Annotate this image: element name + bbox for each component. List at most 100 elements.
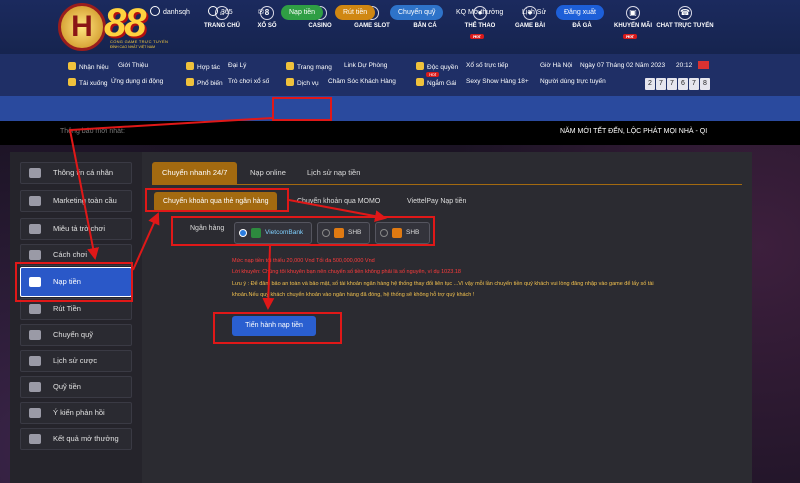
fund-icon xyxy=(29,382,41,392)
user-bar xyxy=(0,96,800,121)
transfer-button[interactable]: Chuyển quỹ xyxy=(390,5,444,20)
subnav-link[interactable]: Link Dự Phòng xyxy=(344,62,387,69)
notice-bar: Thông báo mới nhất: NĂM MỚI TẾT ĐẾN, LỘC… xyxy=(0,121,800,145)
logout-button[interactable]: Đăng xuất xyxy=(556,5,604,20)
subtab-momo[interactable]: Chuyển khoản qua MOMO xyxy=(288,192,389,212)
subnav-link[interactable]: Ngắm Gái xyxy=(416,78,456,87)
logo-tagline: CỔNG GAME TRỰC TUYẾN xyxy=(110,39,169,44)
sidebar-item-label: Marketing toàn cầu xyxy=(53,196,117,205)
current-date: Ngày 07 Tháng 02 Năm 2023 xyxy=(580,62,666,69)
deposit-button[interactable]: Nạp tiền xyxy=(281,5,324,20)
notice-label: Thông báo mới nhất: xyxy=(60,128,125,135)
history-link[interactable]: Lịch Sử xyxy=(522,5,546,20)
help-icon xyxy=(29,250,41,260)
online-counter: 277678 xyxy=(645,78,711,90)
sidebar-item-fund[interactable]: Quỹ tiền xyxy=(20,376,132,398)
subnav-link[interactable]: Giới Thiệu xyxy=(118,62,148,69)
notice-marquee: NĂM MỚI TẾT ĐẾN, LỘC PHÁT MỌI NHÀ - QI xyxy=(560,128,708,135)
sidebar-item-game-desc[interactable]: Miêu tả trò chơi xyxy=(20,218,132,240)
balance[interactable]: 365 xyxy=(208,5,233,20)
subnav-link[interactable]: Phổ biến xyxy=(186,78,223,87)
subnav-link[interactable]: Nhận hiệu xyxy=(68,62,109,71)
nav-label: TRANG CHỦ xyxy=(204,23,240,29)
sidebar-item-label: Chuyển quỹ xyxy=(53,330,94,339)
nav-label: ĐÁ GÀ xyxy=(572,23,592,29)
security-note-2: khoản.Nếu quý khách chuyển khoản vào ngâ… xyxy=(232,292,475,298)
subnav-link[interactable]: Trò chơi xổ số xyxy=(228,78,269,85)
username[interactable]: danhsqh xyxy=(150,5,190,20)
sidebar-item-profile[interactable]: Thông tin cá nhân xyxy=(20,162,132,184)
subnav-link[interactable]: Xổ số trực tiếp xyxy=(466,62,508,69)
tab-fast-transfer[interactable]: Chuyển nhanh 24/7 xyxy=(152,162,238,184)
subtab-viettelpay[interactable]: ViettelPay Nạp tiền xyxy=(398,192,475,212)
user-icon xyxy=(150,6,160,16)
handshake-icon xyxy=(186,62,194,70)
annotation-box-submit xyxy=(213,312,342,344)
download-icon xyxy=(68,78,76,86)
subnav-link[interactable]: Dịch vụ xyxy=(286,78,319,87)
deposit-limits: Mức nạp tiền tối thiểu 20,000 Vnd Tối đa… xyxy=(232,258,375,264)
tab-deposit-history[interactable]: Lịch sử nạp tiền xyxy=(297,162,370,184)
deposit-advice: Lời khuyên: Chúng tôi khuyên bạn nên chu… xyxy=(232,269,461,275)
nav-label: GAME SLOT xyxy=(354,23,390,29)
hot-badge: Hot xyxy=(623,34,637,39)
withdraw-button[interactable]: Rút tiền xyxy=(335,5,376,20)
globe-icon xyxy=(286,62,294,70)
sidebar-item-label: Lịch sử cược xyxy=(53,356,98,365)
sidebar-item-bet-history[interactable]: Lịch sử cược xyxy=(20,350,132,372)
annotation-box-subtab xyxy=(145,188,289,212)
promo-icon xyxy=(68,62,76,70)
sidebar-item-results[interactable]: Kết quả mở thưởng xyxy=(20,428,132,450)
history-icon xyxy=(29,356,41,366)
results-link[interactable]: KQ Mở thưởng xyxy=(456,5,503,20)
subnav-link[interactable]: Đại Lý xyxy=(228,62,246,69)
account-sidebar: Thông tin cá nhân Marketing toàn cầu Miê… xyxy=(10,152,142,483)
digit: 7 xyxy=(667,78,677,90)
tab-online-deposit[interactable]: Nạp online xyxy=(240,162,296,184)
sidebar-item-label: Miêu tả trò chơi xyxy=(53,224,106,233)
subnav-link[interactable]: Sexy Show Hàng 18+ xyxy=(466,78,529,85)
sidebar-item-label: Rút Tiền xyxy=(53,304,81,313)
annotation-box-deposit xyxy=(272,97,332,121)
subnav-link[interactable]: Độc quyền xyxy=(416,62,458,71)
nav-live-chat[interactable]: ☎ CHAT TRỰC TUYẾN xyxy=(655,6,715,29)
annotation-box-sidebar xyxy=(15,262,133,302)
nav-label: KHUYẾN MÃI xyxy=(613,23,652,29)
subnav-link[interactable]: Tải xuống xyxy=(68,78,108,87)
subnav-link[interactable]: Trang mạng xyxy=(286,62,332,71)
sidebar-item-feedback[interactable]: Ý kiến phản hồi xyxy=(20,402,132,424)
sidebar-item-label: Kết quả mở thưởng xyxy=(53,434,119,443)
gamepad-icon xyxy=(29,224,41,234)
sidebar-item-label: Quỹ tiền xyxy=(53,382,81,391)
nav-label: BẮN CÁ xyxy=(413,23,437,29)
nav-promotions[interactable]: ▣ KHUYẾN MÃI Hot xyxy=(603,6,663,39)
hot-badge: Hot xyxy=(426,72,440,77)
transfer-icon xyxy=(29,330,41,340)
security-note-1: Lưu ý : Để đảm bảo an toàn và bảo mật, s… xyxy=(232,281,654,287)
logo-h-emblem: H xyxy=(58,3,106,51)
hot-badge: Hot xyxy=(470,34,484,39)
sidebar-item-transfer[interactable]: Chuyển quỹ xyxy=(20,324,132,346)
timezone-label: Giờ Hà Nội xyxy=(540,62,573,69)
mail-icon[interactable]: ✉ xyxy=(258,5,264,20)
results-icon xyxy=(29,434,41,444)
coin-icon xyxy=(208,6,218,16)
vietnam-flag-icon xyxy=(698,61,709,69)
digit: 7 xyxy=(656,78,666,90)
nav-label: CASINO xyxy=(308,23,332,29)
subnav-link[interactable]: Ứng dụng di động xyxy=(111,78,163,85)
digit: 2 xyxy=(645,78,655,90)
withdraw-icon xyxy=(29,304,41,314)
star-icon xyxy=(186,78,194,86)
user-card-icon xyxy=(29,168,41,178)
sidebar-item-marketing[interactable]: Marketing toàn cầu xyxy=(20,190,132,212)
nav-label: THỂ THAO xyxy=(464,23,496,29)
online-users-label: Người dùng trực tuyến xyxy=(540,78,606,85)
subnav-link[interactable]: Hợp tác xyxy=(186,62,220,71)
nav-label: GAME BÀI xyxy=(515,23,545,29)
headset-icon xyxy=(286,78,294,86)
digit: 7 xyxy=(689,78,699,90)
subnav-link[interactable]: Chăm Sóc Khách Hàng xyxy=(328,78,396,85)
current-time: 20:12 xyxy=(676,62,693,69)
chat-icon: ☎ xyxy=(678,6,692,20)
